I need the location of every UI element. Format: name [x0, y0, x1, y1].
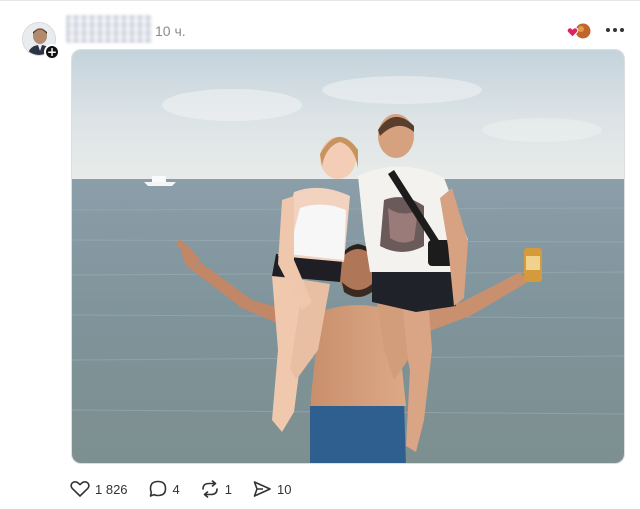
like-button[interactable]: 1 826 [70, 480, 128, 498]
send-icon [253, 481, 271, 497]
share-button[interactable]: 10 [252, 480, 291, 498]
username-blurred[interactable] [66, 15, 152, 43]
author-avatar[interactable]: + [22, 22, 60, 60]
share-count: 10 [277, 481, 292, 497]
repost-count: 1 [224, 481, 233, 497]
post-actions: 1 826 4 1 10 [70, 480, 311, 498]
post-photo[interactable] [71, 49, 625, 464]
comment-button[interactable]: 4 [148, 480, 180, 498]
post-timestamp[interactable]: 10 ч. [155, 23, 186, 39]
follow-plus-icon[interactable]: + [44, 44, 60, 60]
repost-icon [201, 480, 218, 498]
like-count: 1 826 [95, 481, 128, 497]
repost-button[interactable]: 1 [200, 480, 232, 498]
comment-icon [149, 480, 166, 497]
ellipsis-icon [606, 28, 610, 32]
heart-icon [70, 481, 90, 497]
reaction-heart-badge-icon[interactable] [566, 22, 592, 40]
comment-count: 4 [172, 481, 180, 497]
more-options-button[interactable] [603, 22, 627, 38]
top-divider [0, 0, 640, 1]
